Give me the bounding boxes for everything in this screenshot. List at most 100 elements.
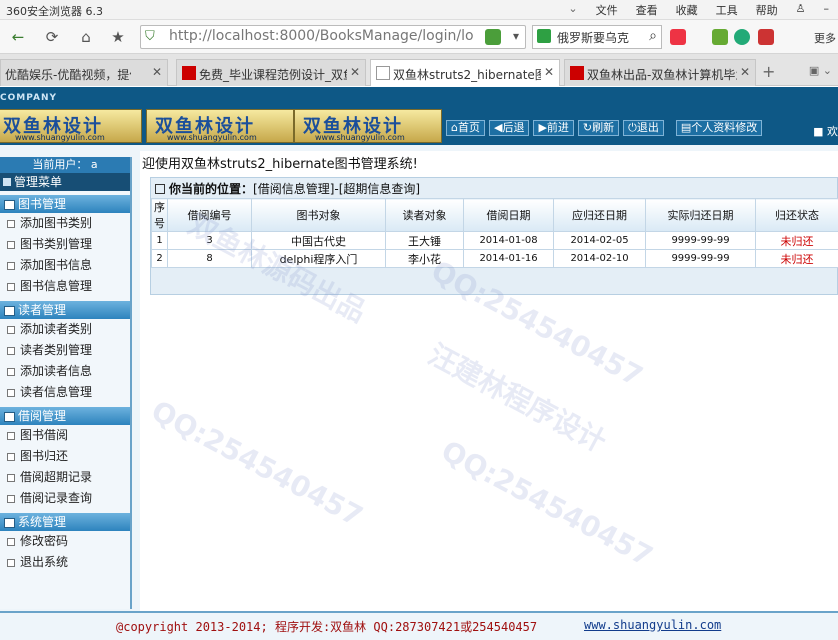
tab-youku[interactable]: 优酷娱乐-优酷视频，提供视频 ✕	[0, 59, 168, 86]
nav-logout-button[interactable]: ⏻退出	[623, 120, 664, 136]
profile-icon: ▤	[680, 121, 692, 134]
section-system-management: 系统管理 修改密码 退出系统	[0, 513, 130, 573]
sidebar-item-add-book[interactable]: 添加图书信息	[0, 255, 130, 276]
more-button[interactable]: 更多	[814, 30, 836, 46]
extension-icon[interactable]	[712, 29, 728, 45]
nav-back-button[interactable]: ◀后退	[488, 120, 530, 136]
overdue-table: 序号 借阅编号 图书对象 读者对象 借阅日期 应归还日期 实际归还日期 归还状态…	[151, 198, 838, 268]
mail-icon[interactable]	[758, 29, 774, 45]
records-panel: 你当前的位置：[借阅信息管理]-[超期信息查询] 序号 借阅编号 图书对象 读者…	[150, 177, 838, 295]
nav-home-button[interactable]: ⌂首页	[446, 120, 485, 136]
banner-welcome: ■ 欢	[813, 125, 838, 138]
column-header: 借阅日期	[463, 198, 554, 232]
sidebar-item-borrow-book[interactable]: 图书借阅	[0, 425, 130, 446]
compat-mode-icon[interactable]	[485, 29, 501, 45]
cell-status: 未归还	[755, 249, 838, 268]
sidebar: 当前用户： a 管理菜单 图书管理 添加图书类别 图书类别管理 添加图书信息 图…	[0, 157, 132, 609]
favorite-button[interactable]: ★	[106, 25, 130, 49]
main-content: 迎使用双鱼林struts2_hibernate图书管理系统! 你当前的位置：[借…	[140, 151, 838, 611]
browser-nav-bar: ← ⟳ ⌂ ★ ⛉ http://localhost:8000/BooksMan…	[0, 20, 838, 54]
sidebar-item-add-book-category[interactable]: 添加图书类别	[0, 213, 130, 234]
section-header[interactable]: 借阅管理	[0, 407, 130, 425]
minimize-icon[interactable]: –	[815, 2, 838, 18]
cell-return-date: 9999-99-99	[645, 249, 756, 268]
tab-books-manage[interactable]: 双鱼林struts2_hibernate图书 ✕	[370, 59, 560, 86]
company-label: COMPANY	[0, 93, 57, 103]
cell-book: delphi程序入门	[251, 249, 386, 268]
cell-borrow-id: 8	[167, 249, 252, 268]
cell-borrow-date: 2014-01-16	[463, 249, 554, 268]
section-reader-management: 读者管理 添加读者类别 读者类别管理 添加读者信息 读者信息管理	[0, 301, 130, 403]
chevron-down-icon[interactable]: ▾	[513, 29, 519, 43]
sidebar-item-book-manage[interactable]: 图书信息管理	[0, 276, 130, 297]
browser-app-title: 360安全浏览器 6.3	[6, 5, 103, 18]
sidebar-item-overdue-records[interactable]: 借阅超期记录	[0, 467, 130, 488]
refresh-icon: ↻	[582, 121, 593, 134]
star-icon: ★	[111, 28, 125, 46]
home-button[interactable]: ⌂	[74, 25, 98, 49]
column-header: 实际归还日期	[645, 198, 756, 232]
table-row: 2 8 delphi程序入门 李小花 2014-01-16 2014-02-10…	[151, 249, 838, 268]
menu-favorites[interactable]: 收藏	[667, 2, 707, 18]
close-icon[interactable]: ✕	[350, 65, 360, 79]
site-link[interactable]: www.shuangyulin.com	[584, 618, 721, 632]
tab-label: 免费_毕业课程范例设计_双鱼	[199, 68, 347, 82]
security-icon[interactable]	[734, 29, 750, 45]
back-button[interactable]: ←	[6, 25, 30, 49]
nav-profile-button[interactable]: ▤个人资料修改	[675, 120, 763, 136]
tab-list-icon[interactable]: ▣ ⌄	[809, 64, 832, 77]
section-header[interactable]: 系统管理	[0, 513, 130, 531]
close-icon[interactable]: ✕	[152, 65, 162, 79]
sidebar-item-change-password[interactable]: 修改密码	[0, 531, 130, 552]
logo-url: www.shuangyulin.com	[315, 133, 405, 142]
tab-label: 双鱼林出品-双鱼林计算机毕业	[587, 68, 737, 82]
column-header: 应归还日期	[553, 198, 646, 232]
sidebar-item-borrow-query[interactable]: 借阅记录查询	[0, 488, 130, 509]
search-icon[interactable]: ⌕	[649, 28, 657, 44]
tab-shuangyulin[interactable]: 双鱼林出品-双鱼林计算机毕业 ✕	[564, 59, 756, 86]
address-url[interactable]: http://localhost:8000/BooksManage/login/…	[169, 28, 475, 44]
refresh-button[interactable]: ⟳	[40, 25, 64, 49]
close-icon[interactable]: ✕	[740, 65, 750, 79]
site-favicon-icon	[570, 66, 584, 80]
sidebar-item-return-book[interactable]: 图书归还	[0, 446, 130, 467]
menu-file[interactable]: 文件	[587, 2, 627, 18]
sidebar-item-reader-manage[interactable]: 读者信息管理	[0, 382, 130, 403]
sidebar-item-book-category-manage[interactable]: 图书类别管理	[0, 234, 130, 255]
page-footer: @copyright 2013-2014; 程序开发:双鱼林 QQ:287307…	[0, 611, 838, 640]
column-header: 借阅编号	[167, 198, 252, 232]
section-header[interactable]: 图书管理	[0, 195, 130, 213]
breadcrumb: 你当前的位置：[借阅信息管理]-[超期信息查询]	[155, 180, 420, 197]
location-icon	[155, 184, 165, 194]
nav-forward-button[interactable]: ▶前进	[533, 120, 574, 136]
tab-label: 优酷娱乐-优酷视频，提供视频	[5, 68, 131, 82]
logo-url: www.shuangyulin.com	[15, 133, 105, 142]
cell-borrow-id: 3	[167, 231, 252, 250]
logo-image: 双鱼林设计 www.shuangyulin.com	[146, 109, 294, 143]
sidebar-item-reader-category-manage[interactable]: 读者类别管理	[0, 340, 130, 361]
menu-tools[interactable]: 工具	[707, 2, 747, 18]
sidebar-item-logout[interactable]: 退出系统	[0, 552, 130, 573]
logo-url: www.shuangyulin.com	[167, 133, 257, 142]
refresh-icon: ⟳	[45, 28, 59, 46]
search-input[interactable]: 俄罗斯要乌克	[557, 29, 647, 46]
breadcrumb-path: [借阅信息管理]-[超期信息查询]	[253, 182, 421, 196]
shirt-icon[interactable]: ♙	[787, 2, 815, 18]
new-tab-button[interactable]: +	[762, 62, 775, 81]
welcome-text: 迎使用双鱼林struts2_hibernate图书管理系统!	[142, 157, 418, 172]
address-bar[interactable]: ⛉ http://localhost:8000/BooksManage/logi…	[140, 25, 526, 49]
close-icon[interactable]: ✕	[544, 65, 554, 79]
search-box[interactable]: 俄罗斯要乌克 ⌕	[532, 25, 662, 49]
section-header[interactable]: 读者管理	[0, 301, 130, 319]
sidebar-item-add-reader-category[interactable]: 添加读者类别	[0, 319, 130, 340]
menu-help[interactable]: 帮助	[747, 2, 787, 18]
tab-course-design[interactable]: 免费_毕业课程范例设计_双鱼 ✕	[176, 59, 366, 86]
menu-view[interactable]: 查看	[627, 2, 667, 18]
column-header: 读者对象	[385, 198, 464, 232]
chevron-down-icon[interactable]: ⌄	[559, 2, 586, 18]
search-engine-icon[interactable]	[537, 29, 551, 43]
top-nav: ⌂首页 ◀后退 ▶前进 ↻刷新 ⏻退出 ▤个人资料修改	[446, 120, 763, 136]
apps-icon[interactable]	[670, 29, 686, 45]
sidebar-item-add-reader[interactable]: 添加读者信息	[0, 361, 130, 382]
nav-refresh-button[interactable]: ↻刷新	[577, 120, 620, 136]
